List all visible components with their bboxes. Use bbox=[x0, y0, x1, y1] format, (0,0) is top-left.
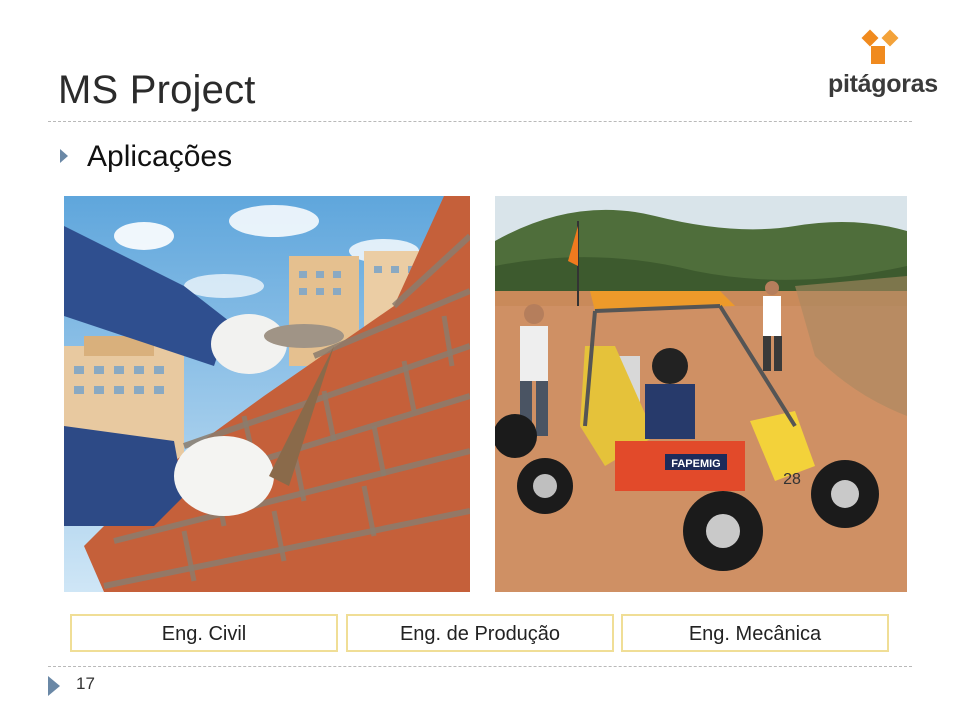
offroad-buggy-photo: FAPEMIG 28 bbox=[495, 196, 907, 592]
bullet-text: Aplicações bbox=[87, 140, 233, 173]
caption-eng-mecanica: Eng. Mecânica bbox=[621, 614, 889, 652]
footer-arrow-icon bbox=[48, 676, 60, 696]
bricklaying-photo bbox=[64, 196, 470, 592]
page-number: 17 bbox=[76, 674, 95, 693]
logo-text: pitágoras bbox=[828, 70, 938, 98]
buggy-number-label: 28 bbox=[783, 471, 801, 488]
caption-eng-civil: Eng. Civil bbox=[70, 614, 338, 652]
logo-mark-icon bbox=[861, 29, 899, 64]
slide-title: MS Project bbox=[58, 68, 256, 112]
footer-divider bbox=[48, 666, 912, 667]
title-divider bbox=[48, 121, 912, 122]
buggy-sponsor-label: FAPEMIG bbox=[671, 458, 721, 470]
pitagoras-logo: pitágoras bbox=[828, 26, 938, 106]
caption-eng-producao: Eng. de Produção bbox=[346, 614, 614, 652]
bullet-arrow-icon bbox=[60, 149, 68, 163]
